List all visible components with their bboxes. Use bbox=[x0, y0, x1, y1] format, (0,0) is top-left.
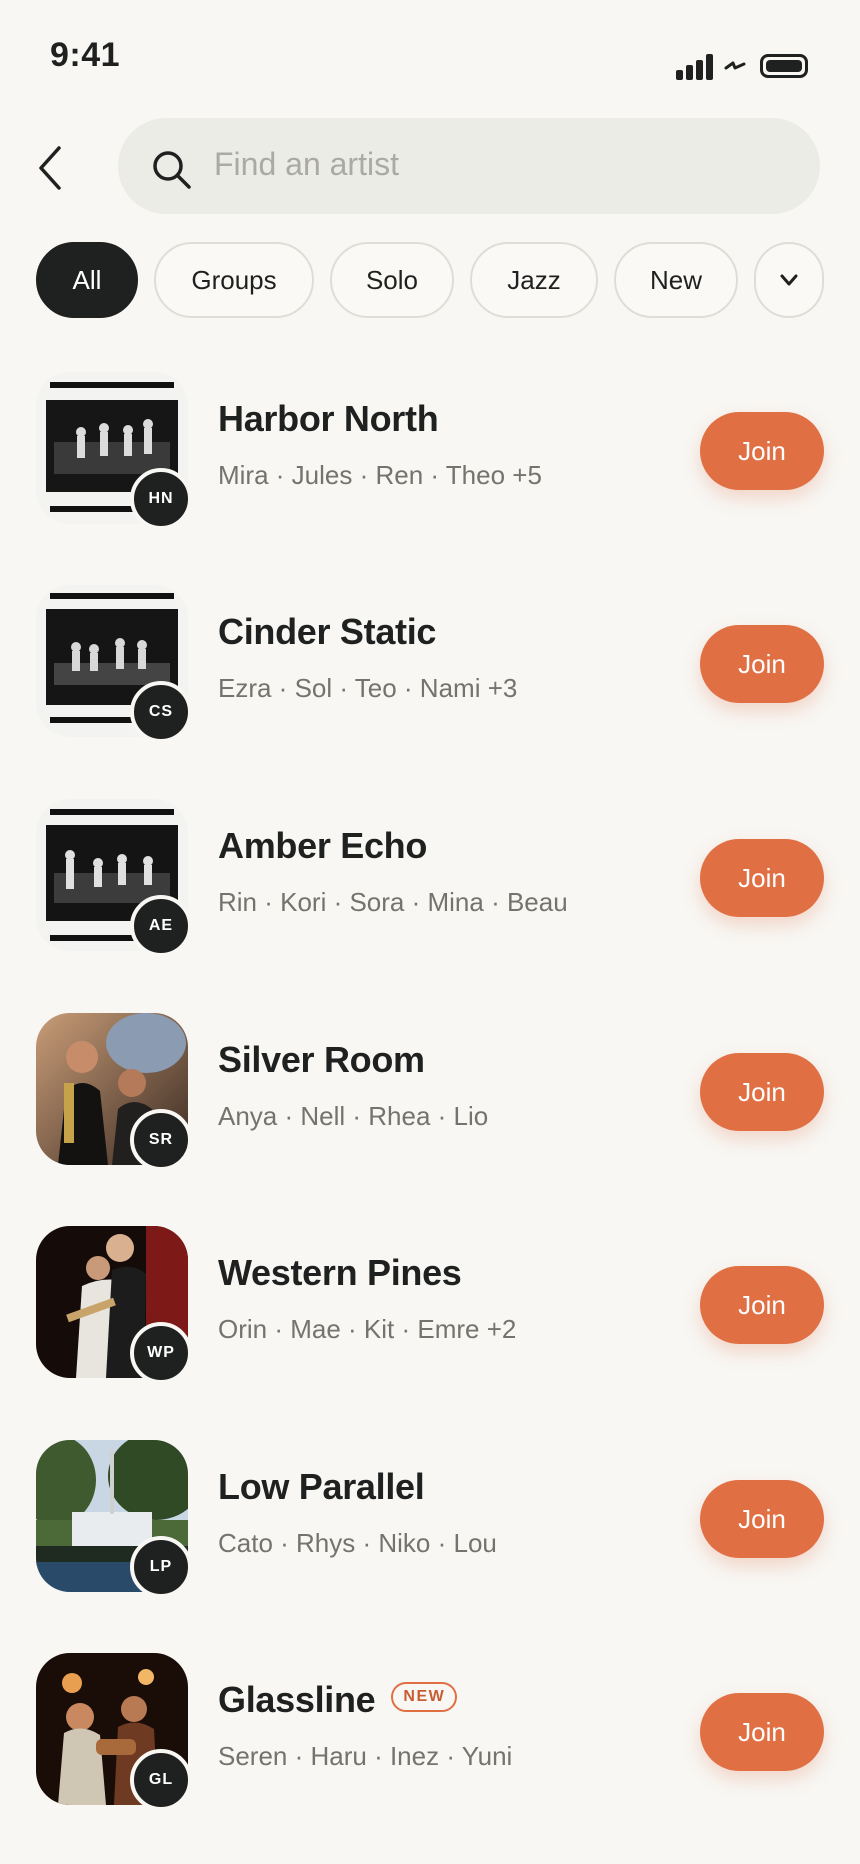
artist-name: Western Pines bbox=[218, 1252, 462, 1293]
artist-initials-badge: CS bbox=[130, 681, 192, 743]
artist-initials-badge: LP bbox=[130, 1536, 192, 1598]
artist-members: Cato · Rhys · Niko · Lou bbox=[218, 1528, 497, 1558]
filter-chip-jazz[interactable]: Jazz bbox=[470, 242, 598, 318]
artist-row[interactable]: WP Western Pines Orin · Mae · Kit · Emre… bbox=[0, 1224, 860, 1384]
signal-icon bbox=[676, 52, 714, 80]
filter-chip-all[interactable]: All bbox=[36, 242, 138, 318]
artist-row[interactable]: LP Low Parallel Cato · Rhys · Niko · Lou… bbox=[0, 1438, 860, 1598]
join-button[interactable]: Join bbox=[700, 1053, 824, 1131]
chevron-down-icon bbox=[780, 274, 798, 286]
filter-chip-solo[interactable]: Solo bbox=[330, 242, 454, 318]
back-button[interactable] bbox=[30, 140, 70, 196]
artist-name: Amber Echo bbox=[218, 825, 428, 866]
join-button[interactable]: Join bbox=[700, 1266, 824, 1344]
artist-members: Rin · Kori · Sora · Mina · Beau bbox=[218, 887, 568, 917]
bolt-icon bbox=[724, 61, 746, 70]
artist-row[interactable]: AE Amber Echo Rin · Kori · Sora · Mina ·… bbox=[0, 797, 860, 957]
artist-members: Anya · Nell · Rhea · Lio bbox=[218, 1101, 489, 1131]
artist-row[interactable]: GL Glassline NEW Seren · Haru · Inez · Yu… bbox=[0, 1651, 860, 1811]
artist-members: Mira · Jules · Ren · Theo +5 bbox=[218, 460, 542, 490]
artist-row[interactable]: SR Silver Room Anya · Nell · Rhea · Lio … bbox=[0, 1011, 860, 1171]
filter-chips: All Groups Solo Jazz New bbox=[36, 242, 860, 318]
join-button[interactable]: Join bbox=[700, 412, 824, 490]
join-button[interactable]: Join bbox=[700, 1480, 824, 1558]
status-time: 9:41 bbox=[50, 36, 121, 74]
new-badge: NEW bbox=[391, 1682, 458, 1713]
join-button[interactable]: Join bbox=[700, 625, 824, 703]
artist-initials-badge: WP bbox=[130, 1322, 192, 1384]
chevron-left-icon bbox=[39, 146, 61, 190]
status-bar: 9:41 bbox=[0, 0, 860, 100]
artist-members: Ezra · Sol · Teo · Nami +3 bbox=[218, 673, 518, 703]
artist-members: Seren · Haru · Inez · Yuni bbox=[218, 1741, 513, 1771]
filter-chip-groups[interactable]: Groups bbox=[154, 242, 314, 318]
artist-initials-badge: AE bbox=[130, 895, 192, 957]
artist-initials-badge: HN bbox=[130, 468, 192, 530]
artist-name: Harbor North bbox=[218, 398, 439, 439]
search-placeholder: Find an artist bbox=[214, 146, 399, 182]
search-icon bbox=[153, 151, 191, 189]
filter-chip-new[interactable]: New bbox=[614, 242, 738, 318]
battery-icon bbox=[760, 54, 808, 78]
artist-members: Orin · Mae · Kit · Emre +2 bbox=[218, 1314, 517, 1344]
filter-more-button[interactable] bbox=[754, 242, 824, 318]
artist-initials-badge: GL bbox=[130, 1749, 192, 1811]
artist-name: Glassline NEW bbox=[218, 1679, 458, 1721]
artist-name: Cinder Static bbox=[218, 611, 437, 652]
artist-row[interactable]: CS Cinder Static Ezra · Sol · Teo · Nami… bbox=[0, 583, 860, 743]
join-button[interactable]: Join bbox=[700, 839, 824, 917]
search-input[interactable]: Find an artist bbox=[118, 118, 820, 214]
artist-name-text: Glassline bbox=[218, 1679, 376, 1720]
join-button[interactable]: Join bbox=[700, 1693, 824, 1771]
artist-name: Silver Room bbox=[218, 1039, 425, 1080]
artist-name: Low Parallel bbox=[218, 1466, 425, 1507]
artist-initials-badge: SR bbox=[130, 1109, 192, 1171]
artist-row[interactable]: HN Harbor North Mira · Jules · Ren · The… bbox=[0, 370, 860, 530]
